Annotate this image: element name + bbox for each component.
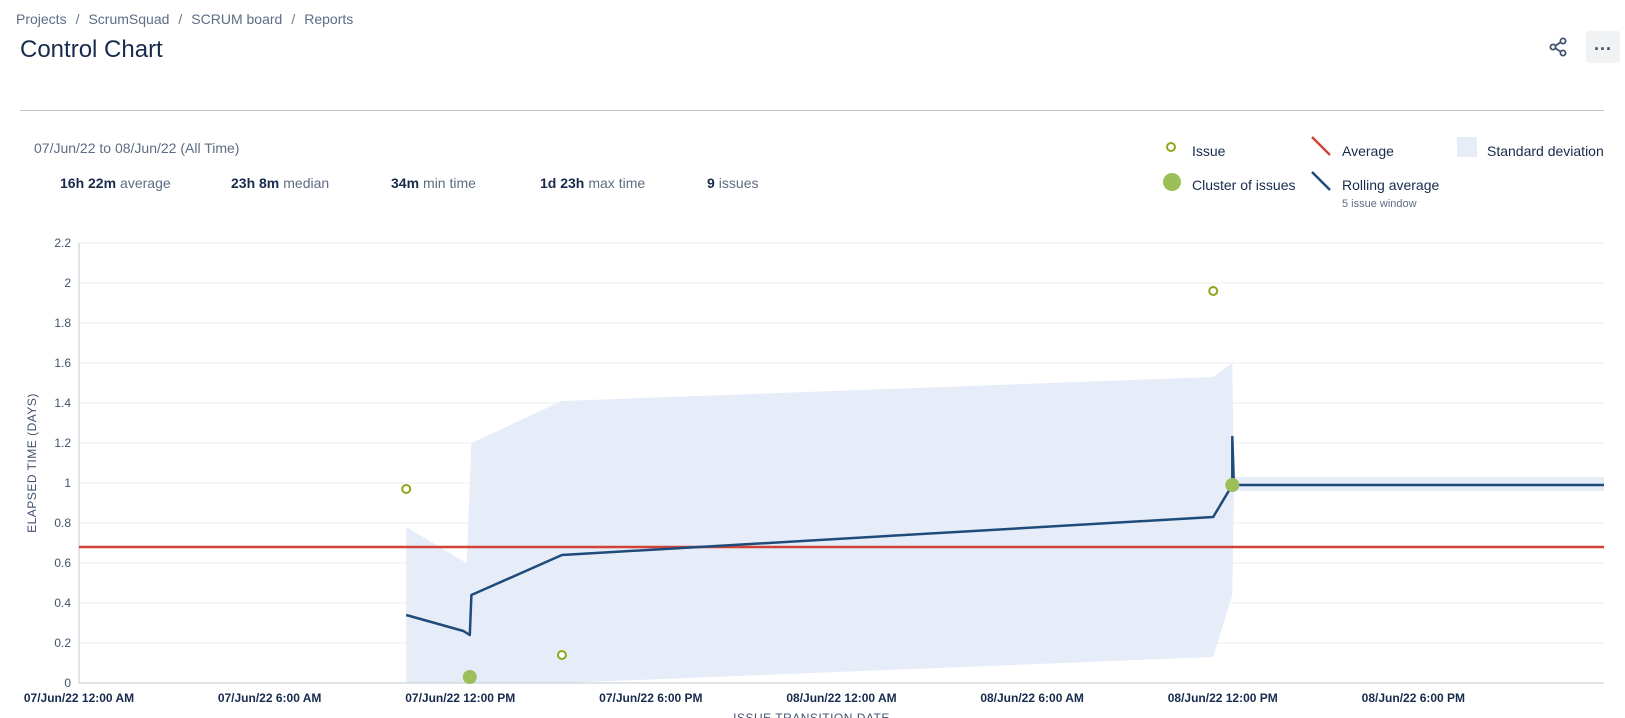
y-tick-label: 0 <box>64 676 71 690</box>
x-tick-label: 08/Jun/22 6:00 AM <box>980 691 1084 705</box>
x-tick-label: 07/Jun/22 6:00 AM <box>218 691 322 705</box>
y-tick-label: 0.2 <box>54 636 71 650</box>
y-tick-label: 1.8 <box>54 316 71 330</box>
issue-point <box>1208 286 1219 296</box>
x-tick-label: 08/Jun/22 6:00 PM <box>1362 691 1465 705</box>
x-tick-label: 07/Jun/22 12:00 AM <box>24 691 134 705</box>
y-tick-label: 1.2 <box>54 436 71 450</box>
x-tick-label: 07/Jun/22 6:00 PM <box>599 691 702 705</box>
y-tick-label: 0.8 <box>54 516 71 530</box>
issue-point <box>556 650 567 660</box>
x-tick-label: 07/Jun/22 12:00 PM <box>405 691 515 705</box>
y-tick-label: 1 <box>64 476 71 490</box>
y-axis-title: ELAPSED TIME (DAYS) <box>25 393 39 533</box>
y-tick-label: 1.6 <box>54 356 71 370</box>
y-tick-label: 2 <box>64 276 71 290</box>
cluster-point <box>462 670 477 684</box>
issue-point <box>401 484 412 494</box>
y-tick-label: 0.6 <box>54 556 71 570</box>
x-axis-title: ISSUE TRANSITION DATE <box>733 711 890 718</box>
control-chart[interactable]: 0 0.2 0.4 0.6 0.8 1 1.2 1.4 1.6 1.8 2 2.2 07/Jun/22 … <box>0 0 1625 718</box>
cluster-point <box>1225 478 1240 492</box>
y-tick-label: 0.4 <box>54 596 71 610</box>
y-tick-label: 2.2 <box>54 236 71 250</box>
y-tick-label: 1.4 <box>54 396 71 410</box>
x-tick-label: 08/Jun/22 12:00 AM <box>786 691 896 705</box>
x-tick-label: 08/Jun/22 12:00 PM <box>1168 691 1278 705</box>
